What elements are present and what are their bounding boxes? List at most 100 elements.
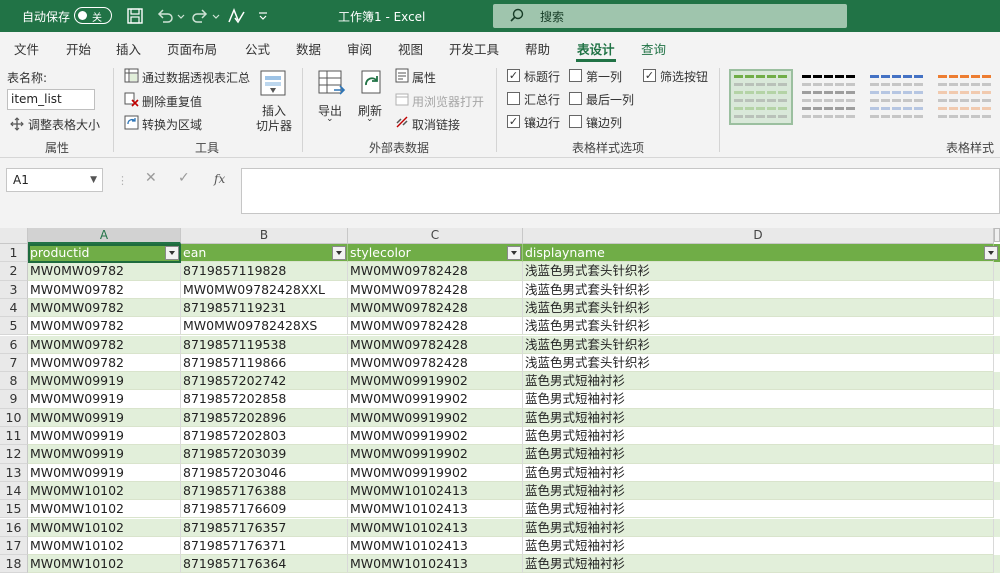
table-header-cell[interactable]: ean — [181, 244, 348, 263]
table-cell[interactable]: MW0MW10102 — [28, 481, 181, 501]
redo-icon[interactable] — [190, 6, 210, 26]
table-cell[interactable]: MW0MW09782428 — [348, 317, 523, 336]
table-style-orange[interactable] — [934, 70, 996, 124]
table-cell[interactable]: MW0MW10102 — [28, 555, 181, 574]
tab-developer[interactable]: 开发工具 — [449, 39, 499, 58]
table-cell[interactable]: MW0MW09782428 — [348, 262, 523, 281]
table-cell[interactable]: 8719857119828 — [181, 262, 348, 281]
table-cell[interactable]: 8719857202896 — [181, 408, 348, 427]
tab-formulas[interactable]: 公式 — [245, 39, 270, 58]
table-cell[interactable]: 8719857203039 — [181, 445, 348, 464]
table-cell[interactable]: MW0MW10102 — [28, 518, 181, 537]
table-header-cell[interactable]: productid — [28, 244, 181, 263]
table-header-cell[interactable]: stylecolor — [348, 244, 523, 263]
resize-table-button[interactable]: 调整表格大小 — [28, 116, 100, 133]
table-cell[interactable]: 蓝色男式短袖衬衫 — [523, 481, 994, 501]
table-cell[interactable]: MW0MW09782428 — [348, 335, 523, 354]
table-cell[interactable]: 蓝色男式短袖衬衫 — [523, 427, 994, 446]
row-header[interactable]: 15 — [0, 500, 28, 519]
tab-query[interactable]: 查询 — [641, 39, 666, 58]
table-cell[interactable]: 8719857202858 — [181, 390, 348, 409]
table-cell[interactable]: 8719857203046 — [181, 463, 348, 482]
table-header-cell[interactable]: displayname — [523, 244, 994, 263]
row-header[interactable]: 12 — [0, 445, 28, 464]
table-cell[interactable]: MW0MW09782428XXL — [181, 280, 348, 299]
filter-dropdown-icon[interactable] — [984, 246, 998, 260]
tab-home[interactable]: 开始 — [66, 39, 91, 58]
properties-button[interactable]: 属性 — [412, 69, 436, 86]
header-row-checkbox[interactable]: ✓ — [507, 69, 520, 82]
save-icon[interactable] — [125, 6, 145, 26]
table-style-green[interactable] — [729, 69, 793, 125]
last-column-checkbox[interactable] — [569, 92, 582, 105]
row-header[interactable]: 9 — [0, 390, 28, 409]
row-header[interactable]: 6 — [0, 335, 28, 354]
name-box[interactable]: A1 ▼ — [6, 168, 103, 192]
customize-qat-icon[interactable] — [257, 6, 269, 26]
table-cell[interactable]: MW0MW09919 — [28, 390, 181, 409]
open-in-browser-button[interactable]: 用浏览器打开 — [412, 93, 484, 110]
tab-insert[interactable]: 插入 — [116, 39, 141, 58]
column-header-d[interactable]: D — [523, 228, 994, 244]
row-header[interactable]: 13 — [0, 463, 28, 482]
table-cell[interactable]: MW0MW09919 — [28, 427, 181, 446]
table-cell[interactable]: MW0MW09919902 — [348, 390, 523, 409]
undo-dropdown-icon[interactable] — [176, 6, 186, 26]
table-cell[interactable]: MW0MW10102 — [28, 536, 181, 556]
table-cell[interactable]: 8719857176388 — [181, 481, 348, 501]
autosave-toggle[interactable]: 关 — [74, 7, 112, 24]
table-name-input[interactable]: item_list — [7, 89, 95, 110]
refresh-dropdown-icon[interactable]: ⌄ — [366, 114, 374, 124]
table-cell[interactable]: MW0MW09782 — [28, 317, 181, 336]
table-cell[interactable]: 蓝色男式短袖衬衫 — [523, 463, 994, 482]
table-cell[interactable]: 蓝色男式短袖衬衫 — [523, 536, 994, 556]
tab-data[interactable]: 数据 — [296, 39, 321, 58]
search-box[interactable]: 搜索 — [493, 4, 847, 28]
row-header[interactable]: 11 — [0, 427, 28, 446]
table-cell[interactable]: MW0MW09919 — [28, 463, 181, 482]
row-header[interactable]: 18 — [0, 555, 28, 574]
table-cell[interactable]: MW0MW09782 — [28, 262, 181, 281]
table-cell[interactable]: 8719857119231 — [181, 298, 348, 318]
row-header[interactable]: 10 — [0, 408, 28, 427]
unlink-button[interactable]: 取消链接 — [412, 116, 460, 133]
tab-help[interactable]: 帮助 — [525, 39, 550, 58]
remove-duplicates-button[interactable]: 删除重复值 — [142, 93, 202, 110]
table-cell[interactable]: MW0MW09782428 — [348, 353, 523, 373]
table-cell[interactable]: 8719857176609 — [181, 500, 348, 519]
table-cell[interactable]: 8719857119866 — [181, 353, 348, 373]
table-cell[interactable]: MW0MW09919 — [28, 372, 181, 391]
table-cell[interactable]: 8719857176357 — [181, 518, 348, 537]
table-cell[interactable]: 蓝色男式短袖衬衫 — [523, 372, 994, 391]
cancel-icon[interactable]: ✕ — [145, 170, 157, 186]
filter-dropdown-icon[interactable] — [332, 246, 346, 260]
row-header[interactable]: 7 — [0, 353, 28, 373]
row-header[interactable]: 14 — [0, 481, 28, 501]
table-cell[interactable]: MW0MW09919902 — [348, 408, 523, 427]
table-cell[interactable]: 8719857202803 — [181, 427, 348, 446]
table-cell[interactable]: 浅蓝色男式套头针织衫 — [523, 317, 994, 336]
table-cell[interactable]: MW0MW09782428XS — [181, 317, 348, 336]
column-header-c[interactable]: C — [348, 228, 523, 244]
table-cell[interactable]: MW0MW10102413 — [348, 518, 523, 537]
banded-columns-checkbox[interactable] — [569, 115, 582, 128]
column-header-a[interactable]: A — [28, 228, 181, 244]
table-cell[interactable]: 蓝色男式短袖衬衫 — [523, 445, 994, 464]
table-style-black[interactable] — [798, 70, 860, 124]
table-cell[interactable]: 浅蓝色男式套头针织衫 — [523, 298, 994, 318]
first-column-checkbox[interactable] — [569, 69, 582, 82]
tab-table-design[interactable]: 表设计 — [577, 39, 615, 58]
column-header-b[interactable]: B — [181, 228, 348, 244]
name-box-dropdown-icon[interactable]: ▼ — [90, 169, 97, 191]
vertical-scroll-arrow[interactable] — [994, 228, 1000, 242]
table-cell[interactable]: 8719857119538 — [181, 335, 348, 354]
table-cell[interactable]: MW0MW10102413 — [348, 555, 523, 574]
table-style-blue[interactable] — [866, 70, 928, 124]
table-cell[interactable]: MW0MW09782 — [28, 298, 181, 318]
table-cell[interactable]: 浅蓝色男式套头针织衫 — [523, 280, 994, 299]
table-cell[interactable]: 8719857176364 — [181, 555, 348, 574]
pivot-summarize-button[interactable]: 通过数据透视表汇总 — [142, 69, 250, 86]
table-cell[interactable]: MW0MW09782 — [28, 280, 181, 299]
row-header[interactable]: 5 — [0, 317, 28, 336]
spelling-icon[interactable] — [226, 6, 246, 26]
